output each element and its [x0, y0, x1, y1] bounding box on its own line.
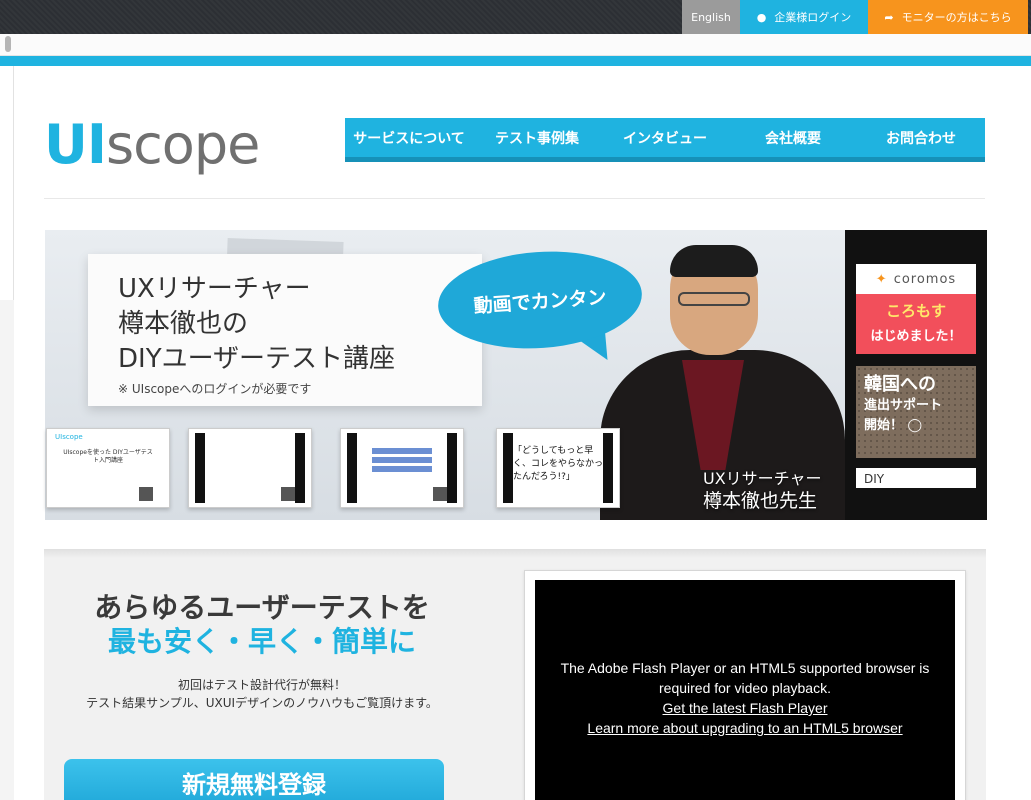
- korea-ad-line1: 韓国への: [864, 374, 936, 395]
- left-gutter: [0, 66, 14, 300]
- video-player[interactable]: The Adobe Flash Player or an HTML5 suppo…: [535, 580, 955, 800]
- divider: [44, 198, 985, 199]
- diy-ad[interactable]: DIY: [856, 468, 976, 488]
- horizontal-scrollbar[interactable]: [0, 34, 1031, 56]
- instructor-label: UXリサーチャー 樽本徹也先生: [703, 468, 822, 512]
- video-thumbnail-4[interactable]: 「どうしてもっと早く、コレをやらなかったんだろう!?」: [496, 428, 620, 508]
- hero-title-line2: 樽本徹也の: [118, 309, 249, 339]
- presenter-avatar: [281, 487, 295, 501]
- header-accent-rule: [0, 56, 1031, 66]
- coromos-ad[interactable]: ✦ coromos ころもす はじめました！: [856, 264, 976, 354]
- sparkle-icon: ✦: [875, 271, 888, 287]
- nav-item-interview[interactable]: インタビュー: [601, 118, 729, 157]
- instructor-hair: [670, 245, 758, 277]
- section-copy: 初回はテスト設計代行が無料！ テスト結果サンプル、UXUIデザインのノウハウもご…: [44, 676, 480, 712]
- thumbnail-quote: 「どうしてもっと早く、コレをやらなかったんだろう!?」: [513, 446, 604, 482]
- presenter-avatar: [139, 487, 153, 501]
- nav-item-contact[interactable]: お問合わせ: [857, 118, 985, 157]
- nav-item-service[interactable]: サービスについて: [345, 118, 473, 157]
- html5-browser-link[interactable]: Learn more about upgrading to an HTML5 b…: [535, 718, 955, 738]
- logo-scope-text: scope: [105, 113, 260, 176]
- user-icon: ●: [756, 10, 767, 24]
- hero-title-line3: DIYユーザーテスト講座: [118, 344, 396, 374]
- korea-ad-line3-text: 開始！: [864, 418, 904, 433]
- korea-support-ad[interactable]: 韓国への 進出サポート 開始！ ◯: [856, 366, 976, 458]
- hero-title-line1: UXリサーチャー: [118, 274, 311, 304]
- korea-ad-line2: 進出サポート: [864, 398, 943, 413]
- video-fallback-message: The Adobe Flash Player or an HTML5 suppo…: [535, 658, 955, 738]
- video-thumbnail-1[interactable]: UIscope UIscopeを使った DIYユーザテスト入門講座: [46, 428, 170, 508]
- section-shade: [44, 550, 986, 558]
- coromos-logo: ✦ coromos: [856, 264, 976, 294]
- flash-player-link[interactable]: Get the latest Flash Player: [535, 698, 955, 718]
- section-copy-line2: テスト結果サンプル、UXUIデザインのノウハウもご覧頂けます。: [86, 696, 438, 710]
- video-thumbnail-2[interactable]: [188, 428, 312, 508]
- video-msg-line2: required for video playback.: [659, 680, 831, 696]
- nav-item-company[interactable]: 会社概要: [729, 118, 857, 157]
- arrow-right-icon: ➦: [884, 10, 894, 24]
- scrollbar-thumb[interactable]: [5, 36, 11, 52]
- thumbnail-brand: UIscope: [55, 433, 83, 441]
- thumbnail-bars: [357, 433, 447, 472]
- corporate-login-link[interactable]: ● 企業様ログイン: [740, 0, 868, 34]
- section-copy-line1: 初回はテスト設計代行が無料！: [177, 678, 346, 692]
- instructor-role: UXリサーチャー: [703, 469, 822, 488]
- english-link-label: English: [691, 10, 731, 24]
- main-navigation: サービスについて テスト事例集 インタビュー 会社概要 お問合わせ: [345, 118, 985, 162]
- instructor-name: 樽本徹也先生: [703, 490, 818, 512]
- hero-note: ※ UIscopeへのログインが必要です: [118, 382, 312, 396]
- thumbnail-caption: UIscopeを使った DIYユーザテスト入門講座: [63, 449, 153, 464]
- section-subheadline: 最も安く・早く・簡単に: [107, 625, 416, 658]
- hero-title: UXリサーチャー 樽本徹也の DIYユーザーテスト講座: [118, 272, 395, 377]
- instructor-glasses: [678, 292, 750, 306]
- video-msg-line1: The Adobe Flash Player or an HTML5 suppo…: [560, 660, 930, 676]
- korean-flag-icon: ◯: [907, 418, 923, 433]
- uiscope-logo[interactable]: UI scope: [44, 108, 260, 176]
- coromos-logo-text: coromos: [893, 271, 957, 287]
- monitor-link[interactable]: ➦ モニターの方はこちら: [868, 0, 1028, 34]
- english-link[interactable]: English: [682, 0, 740, 34]
- top-utility-bar: English ● 企業様ログイン ➦ モニターの方はこちら: [0, 0, 1031, 34]
- coromos-sub: はじめました！: [870, 329, 962, 344]
- corporate-login-label: 企業様ログイン: [774, 11, 852, 24]
- coromos-title: ころもす: [885, 302, 946, 320]
- logo-ui-text: UI: [44, 113, 107, 176]
- nav-item-cases[interactable]: テスト事例集: [473, 118, 601, 157]
- video-thumbnail-3[interactable]: [340, 428, 464, 508]
- free-signup-button[interactable]: 新規無料登録: [64, 759, 444, 800]
- presenter-avatar: [433, 487, 447, 501]
- korea-ad-line3: 開始！ ◯: [864, 416, 968, 436]
- monitor-label: モニターの方はこちら: [901, 11, 1012, 24]
